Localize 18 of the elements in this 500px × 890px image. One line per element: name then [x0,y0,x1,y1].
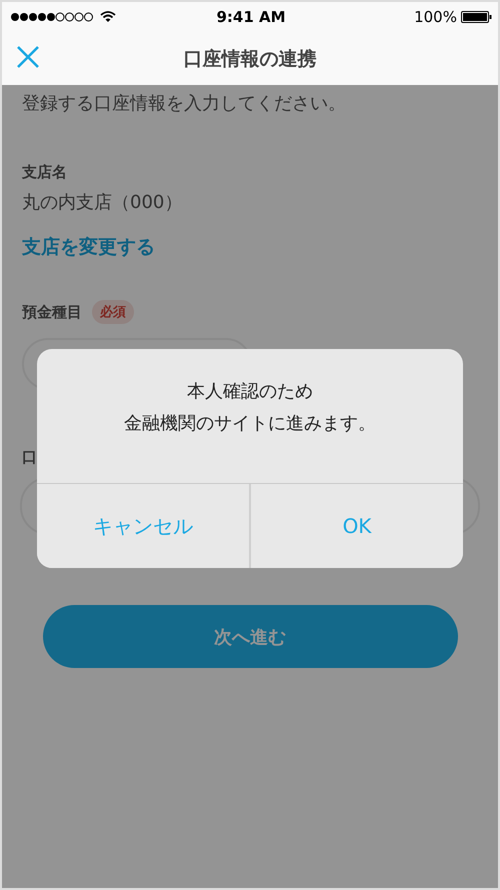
account-label: 口 [22,448,37,467]
screen-title: 口座情報の連携 [184,46,316,72]
change-branch-link[interactable]: 支店を変更する [22,234,155,260]
branch-label: 支店名 [22,163,68,182]
wifi-icon [100,11,116,23]
intro-text: 登録する口座情報を入力してください。 [22,92,347,115]
status-time: 9:41 AM [216,8,286,26]
deposit-type-label: 預金種目 [22,302,82,322]
close-icon[interactable] [16,45,40,69]
required-badge: 必須 [92,300,134,324]
battery-percent: 100% [414,8,457,26]
branch-value: 丸の内支店（000） [22,191,184,214]
alert-message-line: 本人確認のため [187,380,313,404]
ok-button[interactable]: OK [249,484,463,568]
battery-icon [460,11,492,23]
alert-message-line: 金融機関のサイトに進みます。 [124,412,376,436]
signal-icon [10,11,94,23]
next-button[interactable]: 次へ進む [42,605,458,668]
